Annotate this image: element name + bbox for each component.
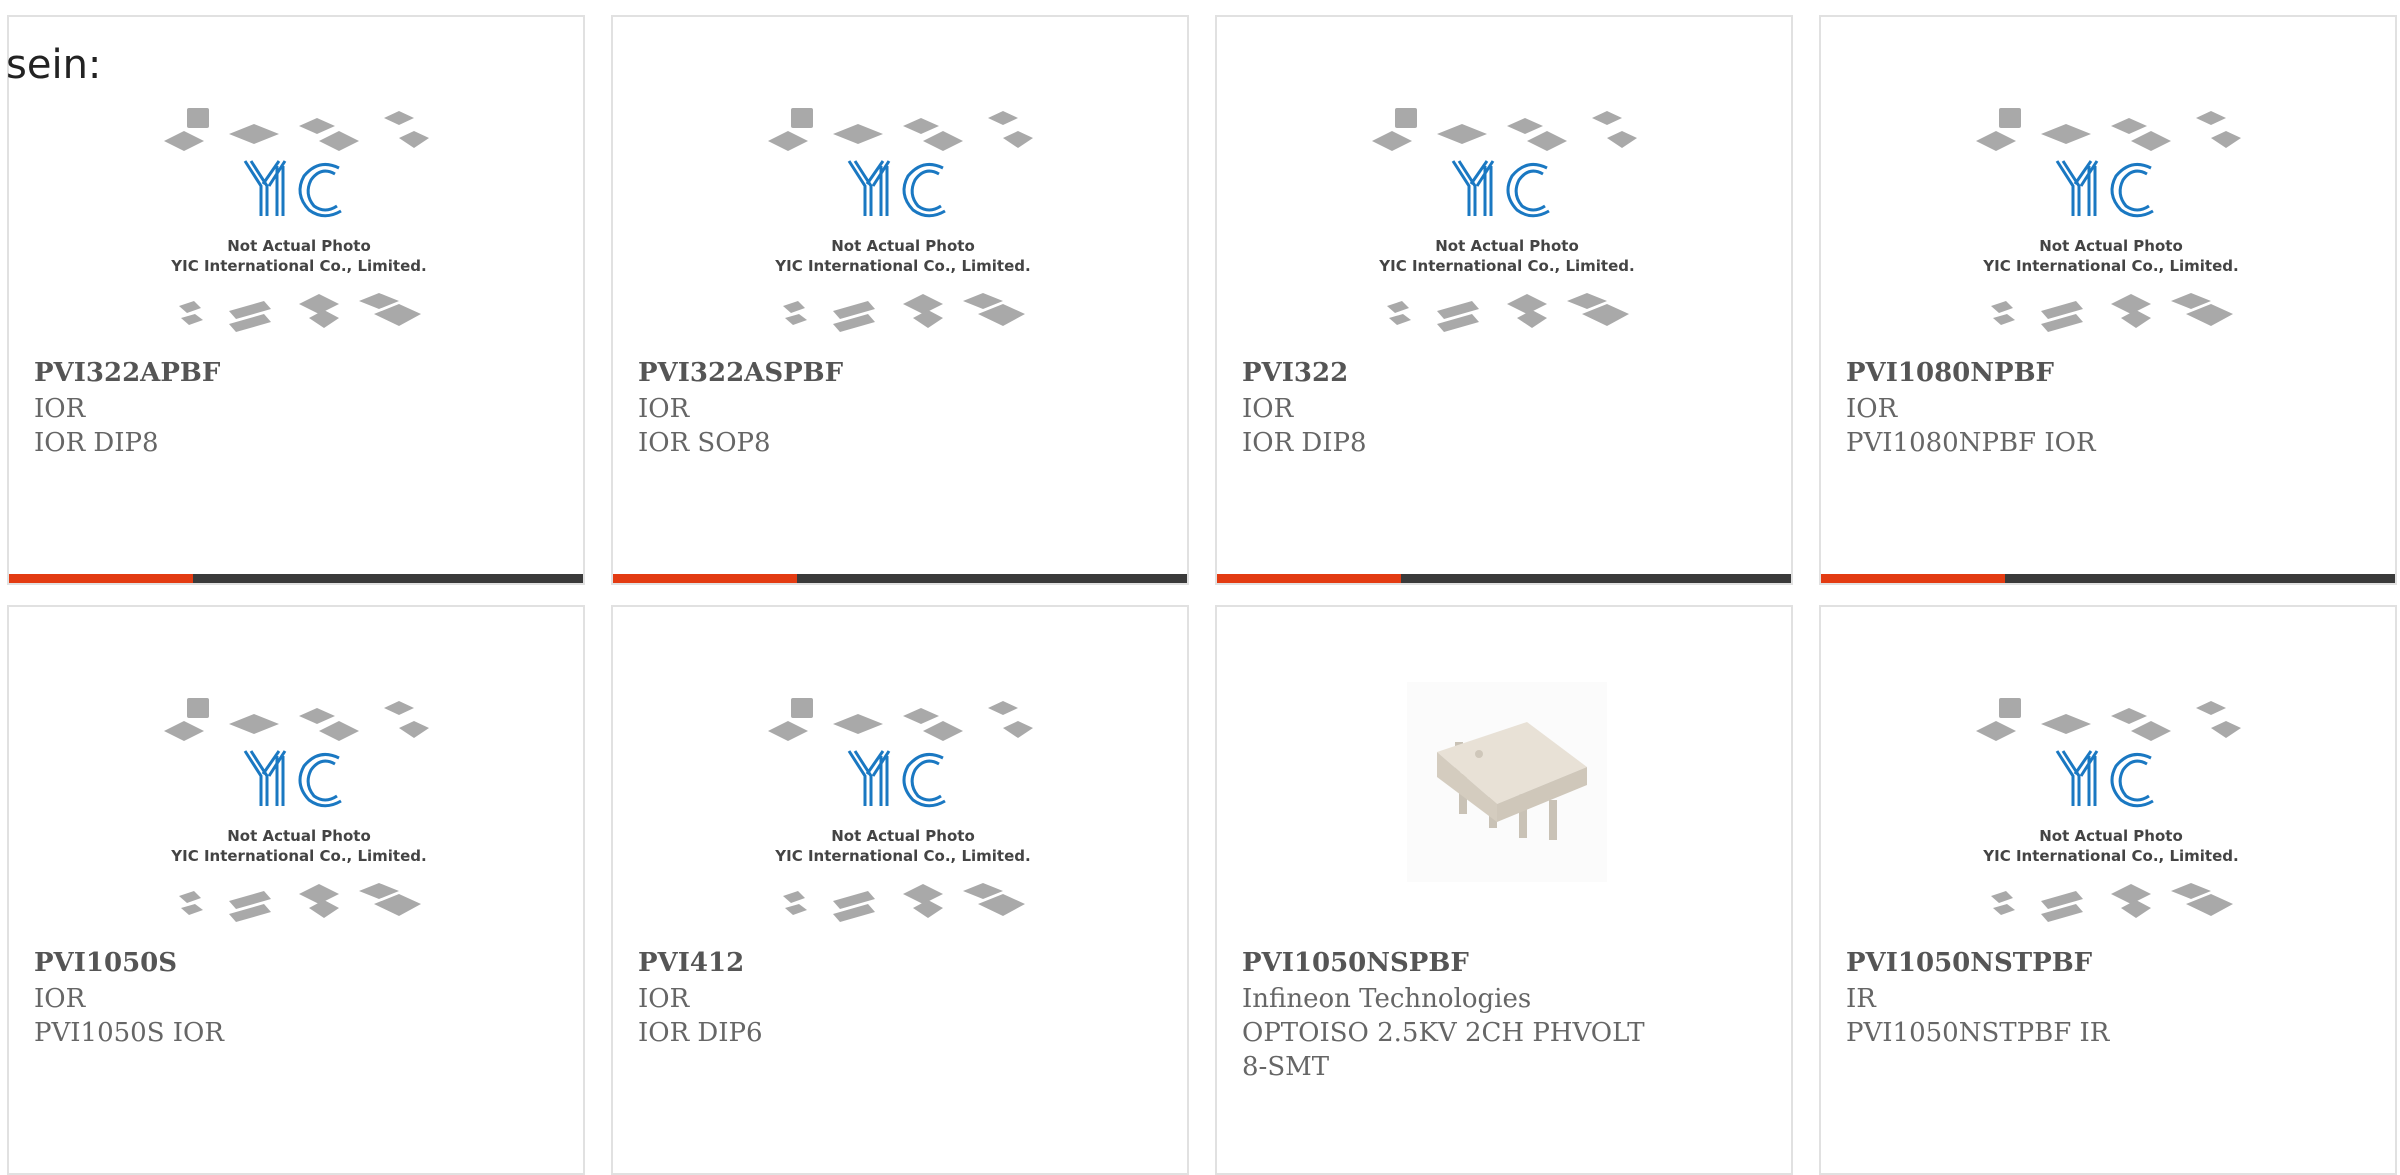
part-number[interactable]: PVI1080NPBF	[1846, 358, 2054, 388]
manufacturer: IOR	[34, 984, 86, 1014]
part-number[interactable]: PVI322	[1242, 358, 1348, 388]
card-bar	[1217, 574, 1791, 583]
svg-text:YIC International Co., Limited: YIC International Co., Limited.	[774, 847, 1030, 865]
manufacturer: IOR	[1846, 394, 1898, 424]
description: OPTOISO 2.5KV 2CH PHVOLT 8-SMT	[1242, 1018, 1645, 1082]
product-card[interactable]: Not Actual Photo YIC International Co., …	[1819, 605, 2397, 1175]
description: IOR SOP8	[638, 428, 771, 458]
svg-text:Not Actual Photo: Not Actual Photo	[831, 237, 975, 255]
product-card[interactable]: Not Actual Photo YIC International Co., …	[1215, 15, 1793, 585]
card-bar-fill	[1217, 574, 1401, 583]
description: PVI1080NPBF IOR	[1846, 428, 2096, 458]
svg-text:Not Actual Photo: Not Actual Photo	[2039, 237, 2183, 255]
svg-text:Not Actual Photo: Not Actual Photo	[2039, 827, 2183, 845]
manufacturer: IOR	[638, 394, 690, 424]
svg-text:YIC International Co., Limited: YIC International Co., Limited.	[774, 257, 1030, 275]
svg-text:Not Actual Photo: Not Actual Photo	[227, 827, 371, 845]
placeholder-image: Not Actual Photo YIC International Co., …	[1976, 108, 2241, 332]
card-bar	[613, 574, 1187, 583]
description: IOR DIP8	[1242, 428, 1367, 458]
product-card[interactable]: Not Actual Photo YIC International Co., …	[611, 15, 1189, 585]
intro-text: sein:	[6, 42, 102, 88]
part-number[interactable]: PVI322ASPBF	[638, 358, 843, 388]
placeholder-image: Not Actual Photo YIC International Co., …	[164, 108, 429, 332]
manufacturer: Infineon Technologies	[1242, 984, 1532, 1014]
manufacturer: IOR	[1242, 394, 1294, 424]
svg-text:Not Actual Photo: Not Actual Photo	[831, 827, 975, 845]
chip-photo	[1407, 682, 1607, 882]
part-number[interactable]: PVI412	[638, 948, 744, 978]
description: PVI1050S IOR	[34, 1018, 224, 1048]
description: IOR DIP6	[638, 1018, 763, 1048]
card-bar	[1821, 574, 2395, 583]
manufacturer: IR	[1846, 984, 1876, 1014]
placeholder-image: Not Actual Photo YIC International Co., …	[1976, 698, 2241, 922]
product-card[interactable]: Not Actual Photo YIC International Co., …	[1819, 15, 2397, 585]
description: IOR DIP8	[34, 428, 159, 458]
product-card[interactable]: Not Actual Photo YIC International Co., …	[7, 15, 585, 585]
svg-text:Not Actual Photo: Not Actual Photo	[227, 237, 371, 255]
svg-text:Not Actual Photo: Not Actual Photo	[1435, 237, 1579, 255]
part-number[interactable]: PVI1050NSPBF	[1242, 948, 1469, 978]
placeholder-image: Not Actual Photo YIC International Co., …	[768, 698, 1033, 922]
svg-text:YIC International Co., Limited: YIC International Co., Limited.	[1982, 847, 2238, 865]
svg-text:YIC International Co., Limited: YIC International Co., Limited.	[1378, 257, 1634, 275]
part-number[interactable]: PVI322APBF	[34, 358, 220, 388]
product-card[interactable]: Not Actual Photo YIC International Co., …	[611, 605, 1189, 1175]
product-card[interactable]: Not Actual Photo YIC International Co., …	[7, 605, 585, 1175]
svg-text:YIC International Co., Limited: YIC International Co., Limited.	[170, 257, 426, 275]
card-bar-fill	[613, 574, 797, 583]
svg-text:YIC International Co., Limited: YIC International Co., Limited.	[1982, 257, 2238, 275]
manufacturer: IOR	[34, 394, 86, 424]
description: PVI1050NSTPBF IR	[1846, 1018, 2110, 1048]
card-bar-fill	[9, 574, 193, 583]
card-bar-fill	[1821, 574, 2005, 583]
placeholder-image: Not Actual Photo YIC International Co., …	[1372, 108, 1637, 332]
part-number[interactable]: PVI1050S	[34, 948, 177, 978]
manufacturer: IOR	[638, 984, 690, 1014]
card-bar	[9, 574, 583, 583]
placeholder-image: Not Actual Photo YIC International Co., …	[164, 698, 429, 922]
placeholder-image: Not Actual Photo YIC International Co., …	[768, 108, 1033, 332]
product-card[interactable]: PVI1050NSPBF Infineon Technologies OPTOI…	[1215, 605, 1793, 1175]
part-number[interactable]: PVI1050NSTPBF	[1846, 948, 2092, 978]
svg-text:YIC International Co., Limited: YIC International Co., Limited.	[170, 847, 426, 865]
